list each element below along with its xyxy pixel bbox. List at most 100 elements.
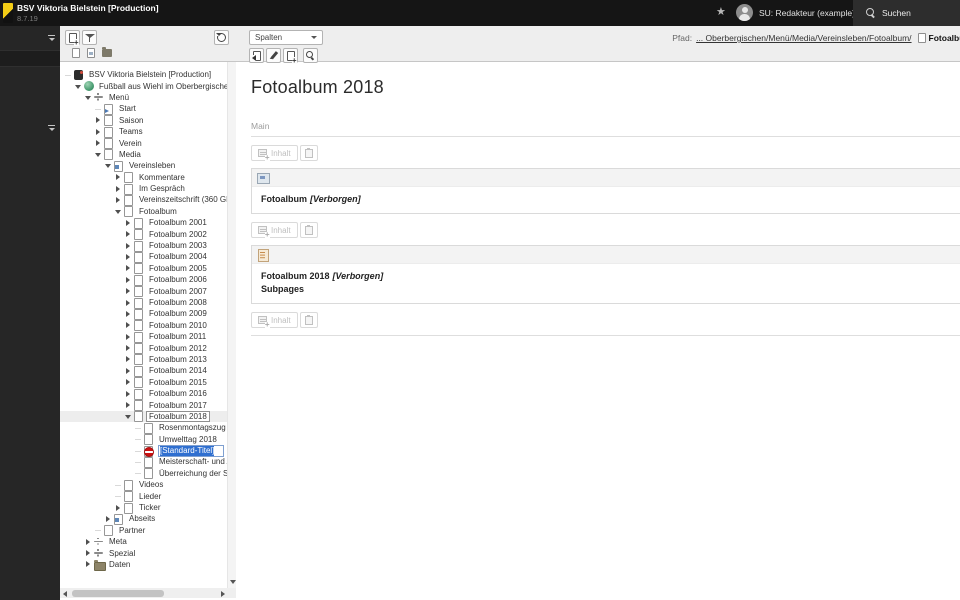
bookmark-page-button[interactable] [249,48,264,63]
tree-expander-icon[interactable] [124,332,133,341]
tree-title-edit-input[interactable]: [Standard-Titel] [158,444,224,457]
tree-item[interactable]: Videos [60,479,227,491]
tree-item[interactable]: Verein [60,137,227,150]
content-element[interactable]: Fotoalbum [Verborgen] [251,168,960,214]
tree-item[interactable]: Fotoalbum [60,206,227,218]
tree-expander-icon[interactable] [124,401,133,410]
tree-expander-icon[interactable] [114,503,123,512]
tree-expander-icon[interactable] [124,264,133,273]
drag-new-page-icon[interactable] [72,48,80,58]
tree-item[interactable]: BSV Viktoria Bielstein [Production] [60,69,227,80]
tree-expander-icon[interactable] [104,514,113,523]
tree-item[interactable]: Im Gespräch [60,183,227,195]
tree-item[interactable]: Fotoalbum 2008 [60,297,227,309]
tree-item[interactable]: Ticker [60,502,227,514]
scroll-right-icon[interactable] [221,590,225,597]
tree-item[interactable]: Überreichung der Schü [60,468,227,480]
new-page-button[interactable] [283,48,298,64]
new-page-button[interactable] [65,30,80,46]
tree-item[interactable]: Fotoalbum 2013 [60,354,227,366]
tree-item[interactable]: Teams [60,126,227,138]
tree-item[interactable]: Fotoalbum 2014 [60,365,227,377]
tree-item[interactable]: Rosenmontagszug 201 [60,422,227,434]
scroll-left-icon[interactable] [63,590,67,597]
paste-content-button[interactable] [299,222,318,238]
username-menu[interactable]: SU: Redakteur (example) [759,8,855,18]
tree-expander-icon[interactable] [114,207,123,216]
tree-expander-icon[interactable] [84,549,93,558]
drag-new-content-page-icon[interactable] [87,48,95,58]
tree-item[interactable]: Fotoalbum 2018 [60,410,227,423]
star-icon[interactable]: ★ [716,5,726,19]
tree-item[interactable]: Menü [60,92,227,103]
columns-select[interactable]: Spalten [249,30,323,45]
tree-item[interactable]: Fotoalbum 2007 [60,285,227,298]
tree-expander-icon[interactable] [84,537,93,546]
tree-item[interactable]: Fotoalbum 2016 [60,388,227,400]
scrollbar-thumb[interactable] [72,589,164,597]
refresh-button[interactable] [214,30,229,45]
tree-item[interactable]: Meisterschaft- und Auf [60,456,227,468]
club-logo-icon[interactable] [3,3,13,23]
tree-item[interactable]: Fußball aus Wiehl im Oberbergischen [60,80,227,92]
global-search[interactable]: Suchen [853,0,960,26]
tree-item[interactable]: Vereinsleben [60,160,227,172]
add-content-button[interactable]: Inhalt [251,312,298,328]
tree-expander-icon[interactable] [124,218,133,227]
paste-content-button[interactable] [299,312,318,328]
avatar-icon[interactable] [736,4,753,21]
tree-expander-icon[interactable] [94,116,103,125]
tree-item[interactable]: Abseits [60,513,227,525]
tree-expander-icon[interactable] [124,412,133,421]
tree-expander-icon[interactable] [84,93,93,102]
tree-item[interactable]: Fotoalbum 2006 [60,274,227,286]
chevron-expand-icon[interactable] [47,124,56,132]
tree-item[interactable]: Fotoalbum 2003 [60,240,227,252]
tree-expander-icon[interactable] [104,161,113,170]
tree-expander-icon[interactable] [124,389,133,398]
tree-item[interactable]: Fotoalbum 2004 [60,251,227,263]
tree-item[interactable]: Spezial [60,547,227,558]
tree-item[interactable]: Kommentare [60,172,227,184]
tree-vertical-scrollbar[interactable] [227,62,236,588]
tree-item[interactable]: Meta [60,536,227,547]
tree-expander-icon[interactable] [124,366,133,375]
tree-item[interactable]: Start [60,103,227,115]
tree-expander-icon[interactable] [124,378,133,387]
tree-item[interactable]: Fotoalbum 2017 [60,399,227,412]
tree-item[interactable]: Partner [60,525,227,537]
tree-expander-icon[interactable] [94,150,103,159]
filter-button[interactable] [82,30,97,45]
tree-item[interactable]: [Standard-Titel] [60,444,227,457]
tree-expander-icon[interactable] [124,287,133,296]
content-element-header[interactable] [252,246,960,263]
chevron-expand-icon[interactable] [47,34,56,42]
content-element[interactable]: Fotoalbum 2018 [Verborgen] Subpages [251,245,960,304]
tree-expander-icon[interactable] [124,230,133,239]
site-title[interactable]: BSV Viktoria Bielstein [Production] [17,3,159,13]
content-element-header[interactable] [252,169,960,186]
tree-item[interactable]: Fotoalbum 2010 [60,320,227,332]
tree-item[interactable]: Fotoalbum 2005 [60,263,227,275]
tree-item[interactable]: Fotoalbum 2002 [60,228,227,241]
tree-item[interactable]: Fotoalbum 2009 [60,308,227,320]
tree-item[interactable]: Fotoalbum 2011 [60,331,227,343]
drag-new-folder-icon[interactable] [102,47,112,57]
tree-item[interactable]: Fotoalbum 2012 [60,342,227,355]
tree-expander-icon[interactable] [94,139,103,148]
tree-expander-icon[interactable] [114,173,123,182]
tree-item[interactable]: Fotoalbum 2001 [60,217,227,229]
tree-expander-icon[interactable] [124,355,133,364]
path-link[interactable]: ... Oberbergischen/Menü/Media/Vereinsleb… [696,33,911,43]
tree-horizontal-scrollbar[interactable] [60,588,236,598]
tree-expander-icon[interactable] [124,241,133,250]
scroll-down-icon[interactable] [229,580,236,584]
tree-expander-icon[interactable] [124,321,133,330]
tree-item[interactable]: Daten [60,559,227,571]
tree-expander-icon[interactable] [124,252,133,261]
tree-expander-icon[interactable] [124,298,133,307]
add-content-button[interactable]: Inhalt [251,222,298,238]
edit-page-button[interactable] [266,48,281,63]
tree-item[interactable]: Lieder [60,490,227,503]
add-content-button[interactable]: Inhalt [251,145,298,161]
